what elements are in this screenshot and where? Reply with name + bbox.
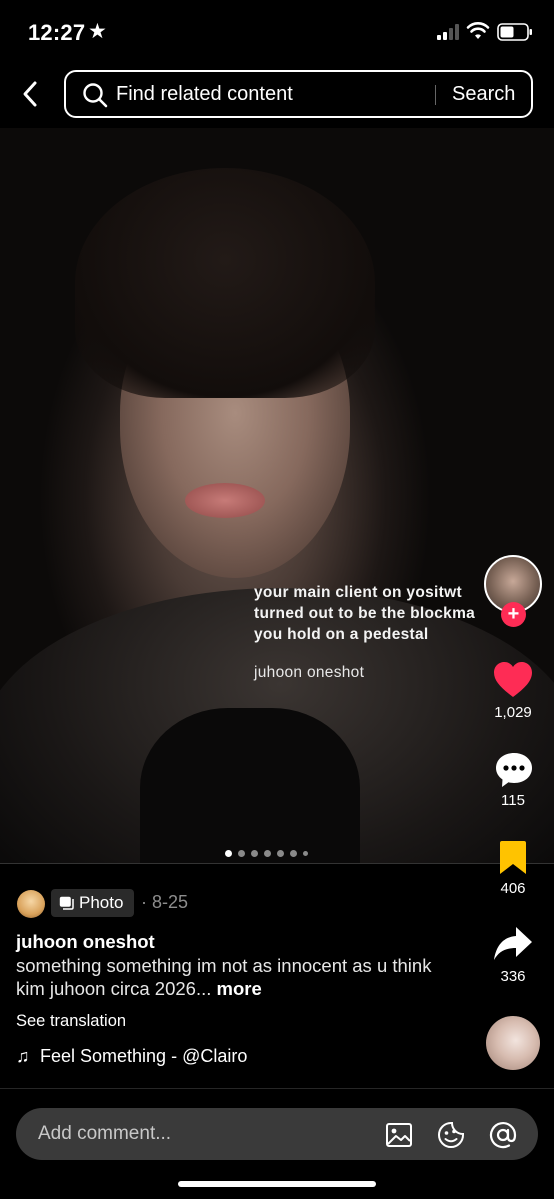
wifi-icon bbox=[466, 22, 490, 39]
carousel-dot bbox=[290, 850, 297, 857]
photo-overlay-subtitle: juhoon oneshot bbox=[254, 664, 365, 681]
photo-overlay-text: your main client on yositwt turned out t… bbox=[254, 582, 484, 645]
carousel-dot bbox=[251, 850, 258, 857]
bookmark-icon[interactable] bbox=[498, 840, 528, 876]
comment-divider bbox=[0, 1088, 554, 1089]
carousel-dot bbox=[225, 850, 232, 857]
search-bar[interactable]: Find related content Search bbox=[64, 70, 533, 118]
photo-subject-mouth bbox=[185, 483, 265, 518]
share-count: 336 bbox=[500, 968, 526, 985]
search-icon bbox=[83, 83, 108, 108]
comment-input[interactable]: Add comment... bbox=[38, 1123, 171, 1145]
search-divider bbox=[435, 85, 436, 105]
search-input[interactable]: Find related content bbox=[116, 83, 293, 106]
carousel-dot bbox=[264, 850, 271, 857]
photo-carousel[interactable] bbox=[0, 128, 554, 863]
carousel-dots bbox=[225, 850, 308, 858]
post-date: · 8-25 bbox=[141, 892, 189, 912]
photo-bottom-divider bbox=[0, 863, 554, 864]
cellular-signal-icon bbox=[437, 24, 461, 40]
overlay-line: your main client on yositwt bbox=[254, 584, 462, 601]
photo-subject-shirt bbox=[140, 708, 360, 863]
share-icon[interactable] bbox=[493, 925, 533, 963]
overlay-line: turned out to be the blockma bbox=[254, 605, 476, 622]
overlay-line: you hold on a pedestal bbox=[254, 626, 429, 643]
comment-count: 115 bbox=[501, 792, 525, 809]
photo-badge: Photo bbox=[51, 889, 134, 917]
see-translation-button[interactable]: See translation bbox=[16, 1012, 126, 1031]
author-mini-avatar[interactable] bbox=[17, 890, 45, 918]
image-icon[interactable] bbox=[385, 1121, 413, 1149]
comment-bar[interactable]: Add comment... bbox=[16, 1108, 538, 1160]
star-icon: ★ bbox=[88, 20, 107, 43]
comment-icon[interactable] bbox=[494, 751, 534, 789]
music-note-icon: ♫ bbox=[16, 1046, 30, 1066]
photo-stack-icon bbox=[59, 896, 74, 910]
carousel-dot bbox=[238, 850, 245, 857]
photo-badge-label: Photo bbox=[79, 893, 124, 912]
music-track-label[interactable]: Feel Something - @Clairo bbox=[40, 1046, 247, 1067]
status-bar: 12:27 ★ bbox=[0, 0, 554, 66]
back-button[interactable] bbox=[18, 80, 44, 108]
like-icon[interactable] bbox=[493, 661, 533, 699]
like-count: 1,029 bbox=[494, 704, 532, 721]
sticker-icon[interactable] bbox=[437, 1121, 465, 1149]
status-time: 12:27 bbox=[28, 20, 86, 45]
carousel-dot bbox=[277, 850, 284, 857]
carousel-dot bbox=[303, 851, 308, 856]
photo-subject-hair bbox=[75, 168, 375, 398]
follow-button[interactable]: + bbox=[501, 602, 526, 627]
battery-icon bbox=[497, 23, 532, 41]
music-disc-avatar[interactable] bbox=[486, 1016, 540, 1070]
post-description[interactable]: something something im not as innocent a… bbox=[16, 954, 436, 1000]
home-indicator bbox=[178, 1181, 376, 1187]
mention-icon[interactable] bbox=[489, 1121, 517, 1149]
post-title: juhoon oneshot bbox=[16, 931, 155, 952]
search-button[interactable]: Search bbox=[452, 83, 515, 106]
save-count: 406 bbox=[500, 880, 526, 897]
more-button[interactable]: more bbox=[217, 978, 262, 999]
